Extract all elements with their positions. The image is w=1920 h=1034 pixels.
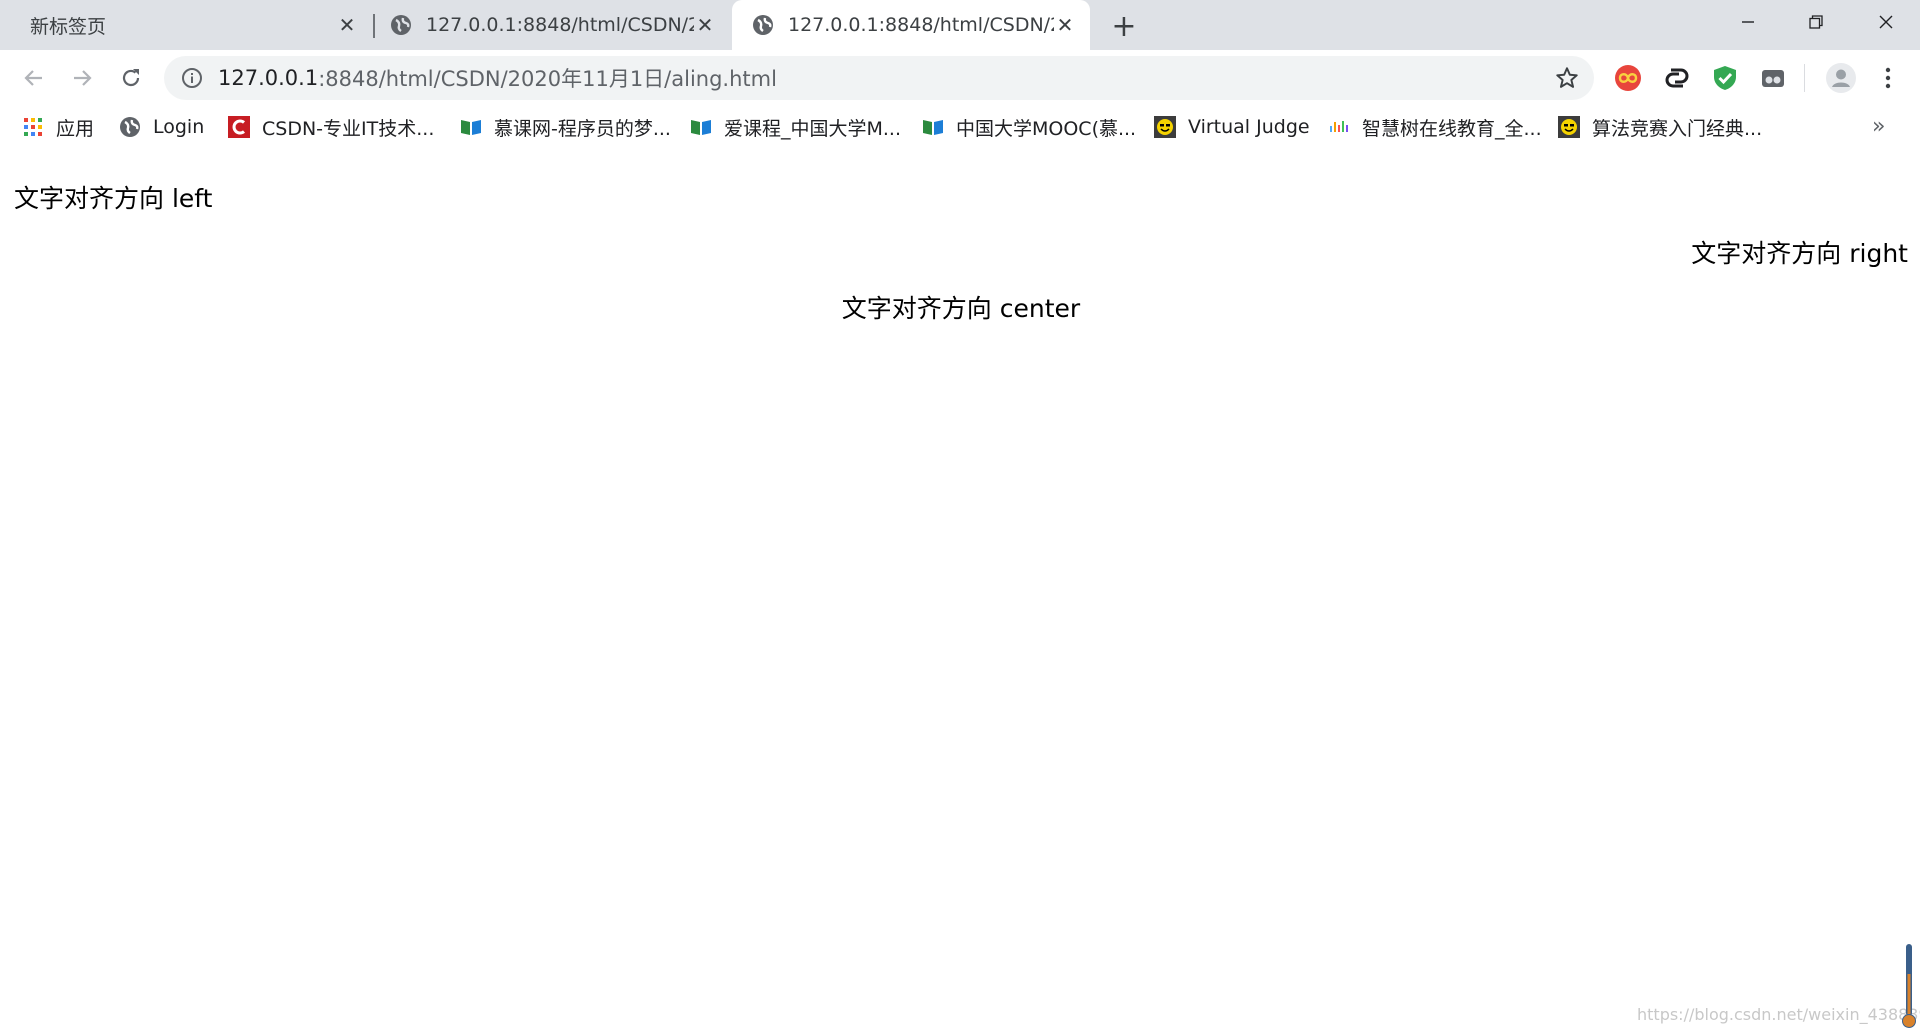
tab-close-icon[interactable]: ✕ (1054, 13, 1076, 37)
forward-button[interactable] (64, 60, 100, 96)
extension-infinity-button[interactable] (1613, 63, 1643, 93)
globe-icon (120, 117, 140, 137)
extension-shield-button[interactable] (1710, 63, 1740, 93)
star-icon[interactable] (1554, 65, 1580, 91)
reload-icon (122, 69, 140, 87)
text-align-center: 文字对齐方向 center (841, 294, 1081, 323)
extension-tab-button[interactable] (1758, 63, 1788, 93)
text-align-right: 文字对齐方向 right (1691, 239, 1908, 268)
bookmark-label: 智慧树在线教育_全... (1362, 117, 1542, 140)
arrow-left-icon (24, 70, 42, 86)
shield-icon (1714, 66, 1736, 90)
bookmark-csdn[interactable]: CSDN-专业IT技术... (228, 112, 434, 142)
book-icon (691, 120, 711, 135)
restore-button[interactable] (1782, 0, 1850, 44)
extension-link-button[interactable] (1662, 63, 1692, 93)
equalizer-icon (1330, 121, 1348, 132)
address-bar[interactable]: 127.0.0.1 :8848/html/CSDN/2020年11月1日/ali… (164, 56, 1594, 100)
smiley-icon (1154, 116, 1176, 138)
url-path: :8848/html/CSDN/2020年11月1日/aling.html (318, 67, 777, 91)
tab-close-icon[interactable]: ✕ (694, 13, 716, 37)
bookmark-label: Login (153, 116, 205, 138)
bookmark-virtual-judge[interactable]: Virtual Judge (1154, 112, 1310, 142)
url-host: 127.0.0.1 (218, 66, 319, 90)
bookmark-label: 爱课程_中国大学M... (724, 117, 902, 140)
bookmark-login[interactable]: Login (119, 112, 204, 142)
profile-button[interactable] (1824, 61, 1858, 95)
smiley-icon (1558, 116, 1580, 138)
avatar-icon (1826, 63, 1856, 93)
bookmark-label: 中国大学MOOC(慕... (956, 117, 1137, 140)
browser-toolbar: 127.0.0.1 :8848/html/CSDN/2020年11月1日/ali… (0, 50, 1920, 106)
bookmark-label: 算法竞赛入门经典... (1592, 117, 1763, 140)
bookmark-label: Virtual Judge (1188, 116, 1310, 138)
book-icon (923, 120, 943, 135)
minimize-button[interactable] (1714, 0, 1782, 44)
minimize-icon (1742, 21, 1754, 23)
menu-button[interactable] (1873, 63, 1903, 93)
link-icon (1665, 68, 1689, 88)
tab-title: 新标签页 (30, 15, 107, 38)
globe-icon (753, 15, 773, 35)
reload-button[interactable] (113, 60, 149, 96)
tab-title: 127.0.0.1:8848/html/CSDN/202 (426, 14, 694, 36)
bookmark-apps[interactable]: 应用 (22, 112, 94, 142)
bookmark-label: CSDN-专业IT技术... (262, 117, 435, 140)
restore-icon (1809, 15, 1823, 29)
tab-page-2[interactable]: 127.0.0.1:8848/html/CSDN/202 ✕ (376, 0, 730, 50)
bookmark-label: 应用 (56, 117, 95, 140)
book-icon (461, 120, 481, 135)
bookmark-algorithm-book[interactable]: 算法竞赛入门经典... (1558, 112, 1762, 142)
tab-separator (373, 14, 375, 38)
globe-icon (391, 15, 411, 35)
new-tab-button[interactable]: + (1107, 9, 1141, 44)
close-icon (1879, 15, 1893, 29)
tab-active-page[interactable]: 127.0.0.1:8848/html/CSDN/202 ✕ (732, 0, 1090, 50)
bookmark-label: 慕课网-程序员的梦... (494, 117, 671, 140)
bookmarks-bar: 应用 Login CSDN-专业IT技术... 慕课网-程序员的梦... 爱课程… (0, 106, 1920, 149)
bookmark-zhihuishu[interactable]: 智慧树在线教育_全... (1328, 112, 1542, 142)
tab-close-icon[interactable]: ✕ (336, 13, 358, 37)
apps-grid-icon (24, 118, 42, 136)
watermark: https://blog.csdn.net/weixin_43883918 (1637, 1005, 1920, 1024)
tab-manager-icon (1762, 70, 1784, 87)
more-vert-icon (1885, 67, 1891, 89)
bookmark-imooc[interactable]: 慕课网-程序员的梦... (460, 112, 671, 142)
more-bookmarks-button[interactable]: » (1872, 114, 1885, 139)
bookmark-mooc[interactable]: 中国大学MOOC(慕... (922, 112, 1136, 142)
text-align-left: 文字对齐方向 left (14, 184, 213, 213)
csdn-logo-icon (228, 116, 250, 138)
toolbar-divider (1804, 64, 1805, 92)
back-button[interactable] (16, 60, 52, 96)
infinity-icon (1615, 65, 1641, 91)
close-window-button[interactable] (1852, 0, 1920, 44)
tab-title: 127.0.0.1:8848/html/CSDN/202 (788, 14, 1054, 36)
info-icon[interactable] (180, 66, 204, 90)
thermometer-icon (1902, 944, 1916, 1028)
tab-new-tab[interactable]: 新标签页 ✕ (0, 0, 372, 50)
bookmark-icourses[interactable]: 爱课程_中国大学M... (690, 112, 901, 142)
tab-strip: 新标签页 ✕ 127.0.0.1:8848/html/CSDN/202 ✕ 12… (0, 0, 1920, 50)
page-content: 文字对齐方向 left 文字对齐方向 right 文字对齐方向 center (0, 149, 1920, 1034)
arrow-right-icon (74, 70, 92, 86)
